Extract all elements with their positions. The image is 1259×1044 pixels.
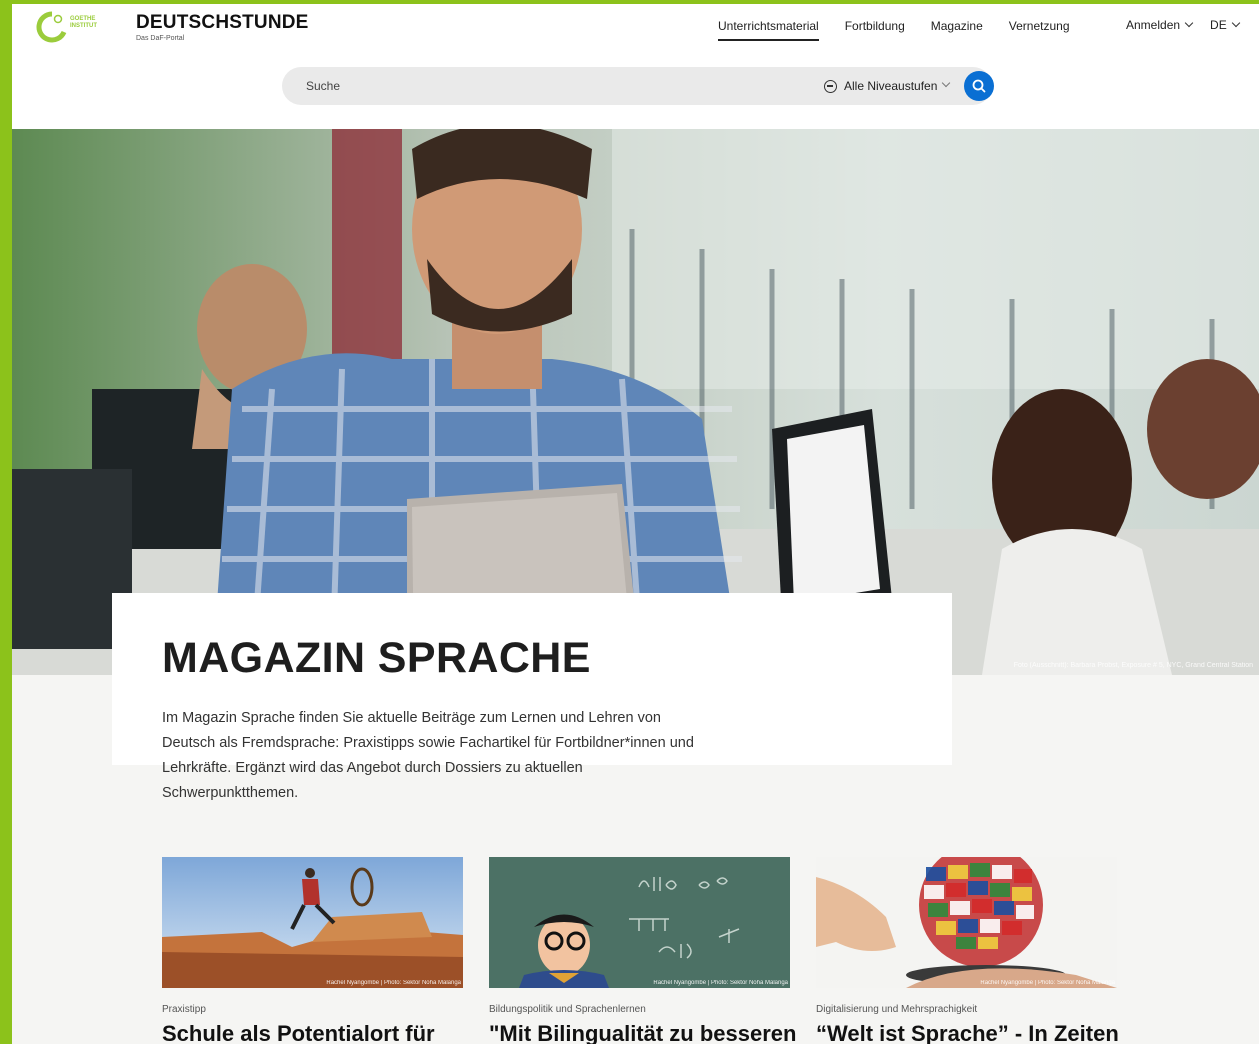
card-image-caption: Rachel Nyangombe | Photo: Sektor Noha Ma… (326, 980, 461, 986)
article-card[interactable]: Rachel Nyangombe | Photo: Sektor Noha Ma… (816, 857, 1119, 1044)
brand-title: DEUTSCHSTUNDE (136, 12, 309, 33)
brand-subtitle: Das DaF-Portal (136, 35, 185, 42)
search-input[interactable] (306, 77, 786, 95)
search-button[interactable] (964, 71, 994, 101)
header: GOETHE INSTITUT DEUTSCHSTUNDE Das DaF-Po… (12, 4, 1259, 129)
nav-item-fortbildung[interactable]: Fortbildung (845, 19, 905, 41)
language-label: DE (1210, 18, 1227, 32)
card-image[interactable]: Rachel Nyangombe | Photo: Sektor Noha Ma… (816, 857, 1117, 988)
card-photo-canyon (162, 857, 463, 988)
card-title[interactable]: “Welt ist Sprache” - In Zeiten (816, 1021, 1119, 1044)
chevron-down-icon (942, 78, 951, 88)
intro-text: Im Magazin Sprache finden Sie aktuelle B… (162, 710, 694, 801)
card-photo-flag-globe (816, 857, 1117, 988)
page-title: MAGAZIN SPRACHE (162, 634, 591, 682)
card-category[interactable]: Digitalisierung und Mehrsprachigkeit (816, 1004, 1117, 1015)
level-select-label: Alle Niveaustufen (844, 79, 938, 93)
card-image-caption: Rachel Nyangombe | Photo: Sektor Noha Ma… (653, 980, 788, 986)
card-image-caption: Rachel Nyangombe | Photo: Sektor Noha Ma… (980, 980, 1115, 986)
photo-credit: Foto (Ausschnitt): Barbara Probst, Expos… (1013, 662, 1253, 669)
card-category[interactable]: Praxistipp (162, 1004, 463, 1015)
card-title[interactable]: "Mit Bilingualität zu besseren (489, 1021, 796, 1044)
chevron-down-icon (1231, 18, 1240, 28)
user-area: Anmelden DE (1126, 18, 1240, 32)
language-selector[interactable]: DE (1210, 18, 1240, 32)
card-photo-chalkboard (489, 857, 790, 988)
nav-item-vernetzung[interactable]: Vernetzung (1009, 19, 1070, 41)
card-title[interactable]: Schule als Potentialort für (162, 1021, 463, 1044)
search-icon (972, 79, 986, 93)
main-nav: Unterrichtsmaterial Fortbildung Magazine… (718, 19, 1096, 41)
page: GOETHE INSTITUT DEUTSCHSTUNDE Das DaF-Po… (12, 4, 1259, 1044)
brand[interactable]: DEUTSCHSTUNDE Das DaF-Portal (136, 12, 309, 42)
login-button[interactable]: Anmelden (1126, 18, 1194, 32)
card-image[interactable]: Rachel Nyangombe | Photo: Sektor Noha Ma… (489, 857, 790, 988)
nav-item-unterrichtsmaterial[interactable]: Unterrichtsmaterial (718, 19, 819, 41)
logo-text: GOETHE INSTITUT (70, 16, 97, 29)
card-image[interactable]: Rachel Nyangombe | Photo: Sektor Noha Ma… (162, 857, 463, 988)
search-bar: Alle Niveaustufen (282, 67, 994, 105)
article-card[interactable]: Rachel Nyangombe | Photo: Sektor Noha Ma… (162, 857, 463, 1044)
card-category[interactable]: Bildungspolitik und Sprachenlernen (489, 1004, 790, 1015)
chevron-down-icon (1184, 18, 1194, 28)
level-icon (824, 79, 837, 93)
level-select[interactable]: Alle Niveaustufen (824, 78, 951, 93)
article-card[interactable]: Rachel Nyangombe | Photo: Sektor Noha Ma… (489, 857, 796, 1044)
login-label: Anmelden (1126, 18, 1181, 32)
nav-item-magazine[interactable]: Magazine (931, 19, 983, 41)
